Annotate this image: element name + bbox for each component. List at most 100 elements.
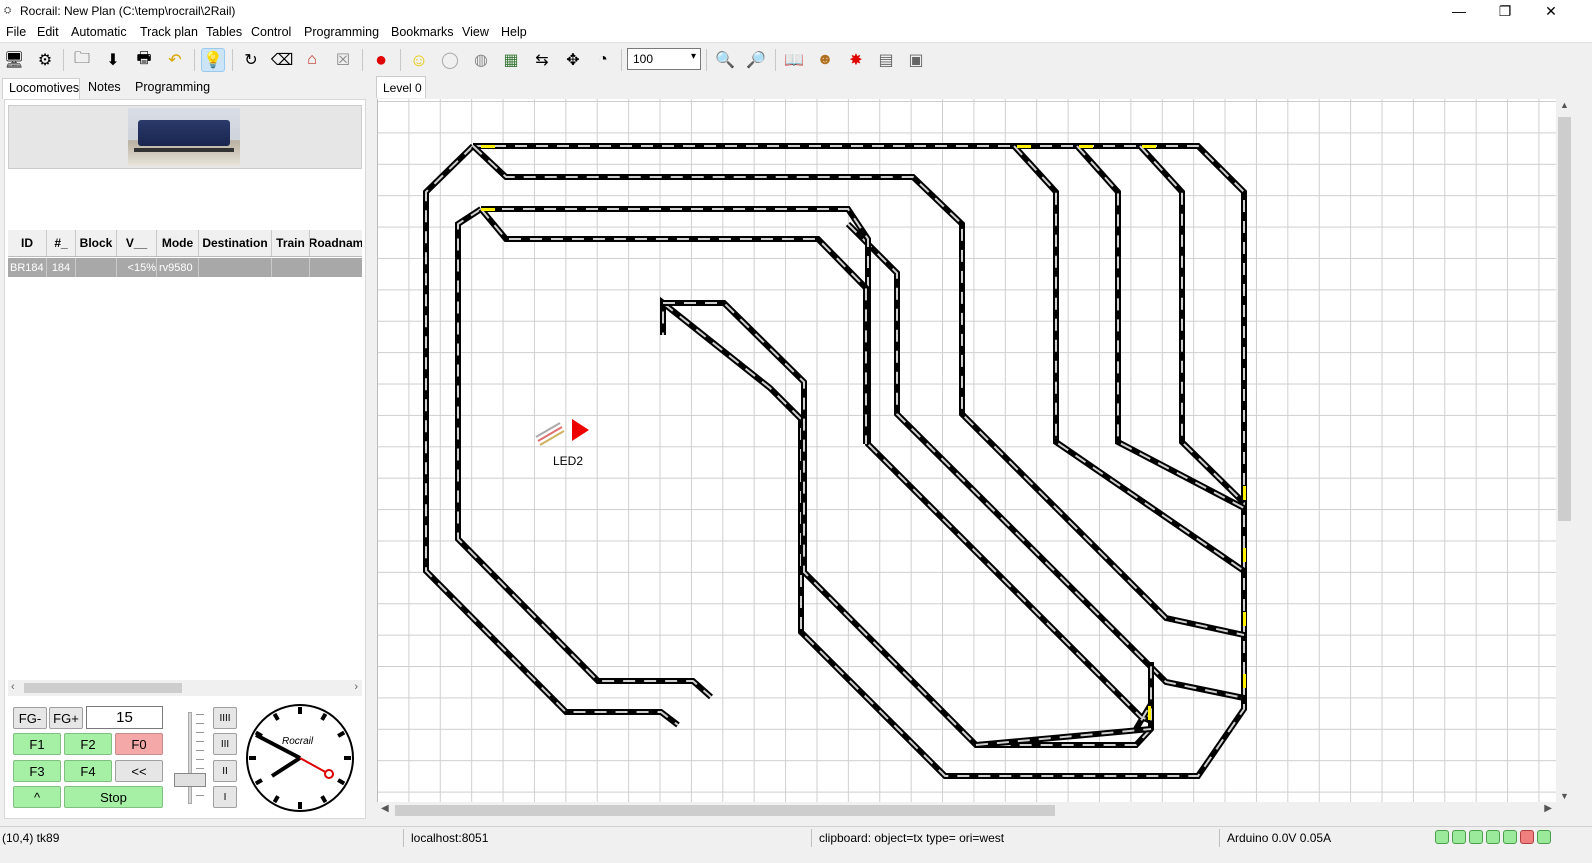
tab-level-0[interactable]: Level 0 <box>376 76 426 98</box>
scroll-left-icon[interactable]: ‹ <box>11 681 15 693</box>
table-horizontal-scrollbar[interactable]: ‹ › <box>8 680 362 696</box>
track-plan-canvas[interactable]: LED2 <box>377 99 1556 802</box>
shuffle-icon[interactable]: ⇆ <box>530 48 554 72</box>
speedometer-icon[interactable]: ◔ <box>591 48 615 72</box>
f2-button[interactable]: F2 <box>64 733 112 755</box>
smiley-icon[interactable]: ☺ <box>407 48 431 72</box>
close-window-button[interactable]: ✕ <box>1528 0 1574 22</box>
zoom-out-icon[interactable]: 🔎 <box>744 48 768 72</box>
track-segment[interactable] <box>1074 144 1246 511</box>
minimize-button[interactable]: — <box>1436 0 1482 22</box>
reverse-button[interactable]: << <box>115 760 163 782</box>
col-id[interactable]: ID <box>8 230 47 256</box>
scroll-right-icon[interactable]: › <box>354 681 358 693</box>
scroll-right-icon[interactable]: ▶ <box>1544 803 1552 814</box>
f3-button[interactable]: F3 <box>13 760 61 782</box>
sensor-marker[interactable] <box>1079 145 1093 148</box>
stop-button[interactable]: Stop <box>64 786 163 808</box>
track-segment[interactable] <box>1011 143 1246 574</box>
menu-automatic[interactable]: Automatic <box>71 25 127 39</box>
zoom-select[interactable]: 100 ▾ <box>627 48 701 70</box>
scroll-thumb[interactable] <box>395 805 1055 816</box>
menu-bookmarks[interactable]: Bookmarks <box>391 25 454 39</box>
track-segment[interactable] <box>1137 143 1247 506</box>
house-icon[interactable]: ⌂ <box>300 48 324 72</box>
sensor-marker[interactable] <box>1243 548 1246 562</box>
connect-icon[interactable]: 🖥 <box>2 48 26 72</box>
led-output[interactable] <box>535 419 589 446</box>
fg-minus-button[interactable]: FG- <box>13 707 47 729</box>
col-block[interactable]: Block <box>76 230 117 256</box>
maximize-button[interactable]: ❐ <box>1482 0 1528 22</box>
step-2-button[interactable]: II <box>213 760 237 782</box>
people-icon[interactable]: ☻ <box>813 48 837 72</box>
loop-icon[interactable]: ↻ <box>239 48 263 72</box>
step-1-button[interactable]: I <box>213 786 237 808</box>
direction-up-button[interactable]: ^ <box>13 786 61 808</box>
lightbulb-icon[interactable]: 💡 <box>201 48 225 72</box>
col-destination[interactable]: Destination <box>199 230 272 256</box>
fg-plus-button[interactable]: FG+ <box>49 707 83 729</box>
f1-button[interactable]: F1 <box>13 733 61 755</box>
menu-tables[interactable]: Tables <box>206 25 242 39</box>
sensor-marker[interactable] <box>1017 145 1031 148</box>
close-icon[interactable]: ☒ <box>331 48 355 72</box>
tab-notes[interactable]: Notes <box>82 78 124 99</box>
open-icon[interactable]: 🗀 <box>70 48 94 72</box>
sensor-marker[interactable] <box>481 208 495 211</box>
table-row[interactable]: BR184 184 <15% rv9580 <box>8 258 362 277</box>
zoom-in-icon[interactable]: 🔍 <box>713 48 737 72</box>
track-segment[interactable] <box>455 206 713 700</box>
tab-programming[interactable]: Programming <box>129 78 219 99</box>
undo-icon[interactable]: ↶ <box>163 48 187 72</box>
col-mode[interactable]: Mode <box>157 230 199 256</box>
sensor-marker[interactable] <box>1243 612 1246 626</box>
menu-view[interactable]: View <box>462 25 489 39</box>
tab-locomotives[interactable]: Locomotives <box>2 78 80 99</box>
f0-button[interactable]: F0 <box>115 733 163 755</box>
col-number[interactable]: #_ <box>47 230 76 256</box>
step-4-button[interactable]: IIII <box>213 707 237 729</box>
record-icon[interactable]: ● <box>369 48 393 72</box>
sensor-marker[interactable] <box>1243 674 1246 688</box>
speed-field[interactable]: 15 <box>86 706 163 729</box>
col-roadname[interactable]: Roadnam <box>310 230 362 256</box>
sensor-marker[interactable] <box>1142 145 1156 148</box>
scroll-down-icon[interactable]: ▼ <box>1560 791 1569 801</box>
step-3-button[interactable]: III <box>213 733 237 755</box>
alert-icon[interactable]: ✸ <box>844 48 868 72</box>
menu-edit[interactable]: Edit <box>37 25 59 39</box>
scroll-up-icon[interactable]: ▲ <box>1560 100 1569 110</box>
scroll-thumb[interactable] <box>1558 117 1571 521</box>
globe-icon[interactable]: ◍ <box>469 48 493 72</box>
sensor-marker[interactable] <box>1243 486 1246 500</box>
speed-slider-track[interactable] <box>188 712 192 804</box>
track-segment[interactable] <box>663 300 1154 748</box>
track-segment[interactable] <box>478 207 869 444</box>
save-icon[interactable]: ⬇ <box>101 48 125 72</box>
menu-file[interactable]: File <box>6 25 26 39</box>
book-icon[interactable]: 📖 <box>782 48 806 72</box>
canvas-horizontal-scrollbar[interactable]: ◀ ▶ <box>377 802 1556 819</box>
menu-track-plan[interactable]: Track plan <box>140 25 198 39</box>
menu-control[interactable]: Control <box>251 25 291 39</box>
menu-help[interactable]: Help <box>501 25 527 39</box>
puzzle-icon[interactable]: ✥ <box>561 48 585 72</box>
f4-button[interactable]: F4 <box>64 760 112 782</box>
scroll-thumb[interactable] <box>24 683 182 693</box>
sensor-marker[interactable] <box>1148 706 1151 720</box>
settings-icon[interactable]: ⚙ <box>33 48 57 72</box>
eraser-icon[interactable]: ⌫ <box>270 48 294 72</box>
document-icon[interactable]: ▤ <box>874 48 898 72</box>
egg-icon[interactable]: ◯ <box>438 48 462 72</box>
grid-icon[interactable]: ▦ <box>499 48 523 72</box>
scroll-left-icon[interactable]: ◀ <box>381 803 389 814</box>
col-v[interactable]: V__ <box>117 230 157 256</box>
canvas-vertical-scrollbar[interactable]: ▲ ▼ <box>1556 99 1573 802</box>
speed-slider-thumb[interactable] <box>174 773 206 787</box>
menu-programming[interactable]: Programming <box>304 25 379 39</box>
col-train[interactable]: Train <box>272 230 310 256</box>
panel-icon[interactable]: ▣ <box>904 48 928 72</box>
sensor-marker[interactable] <box>481 145 495 148</box>
print-icon[interactable]: 🖶 <box>132 48 156 72</box>
